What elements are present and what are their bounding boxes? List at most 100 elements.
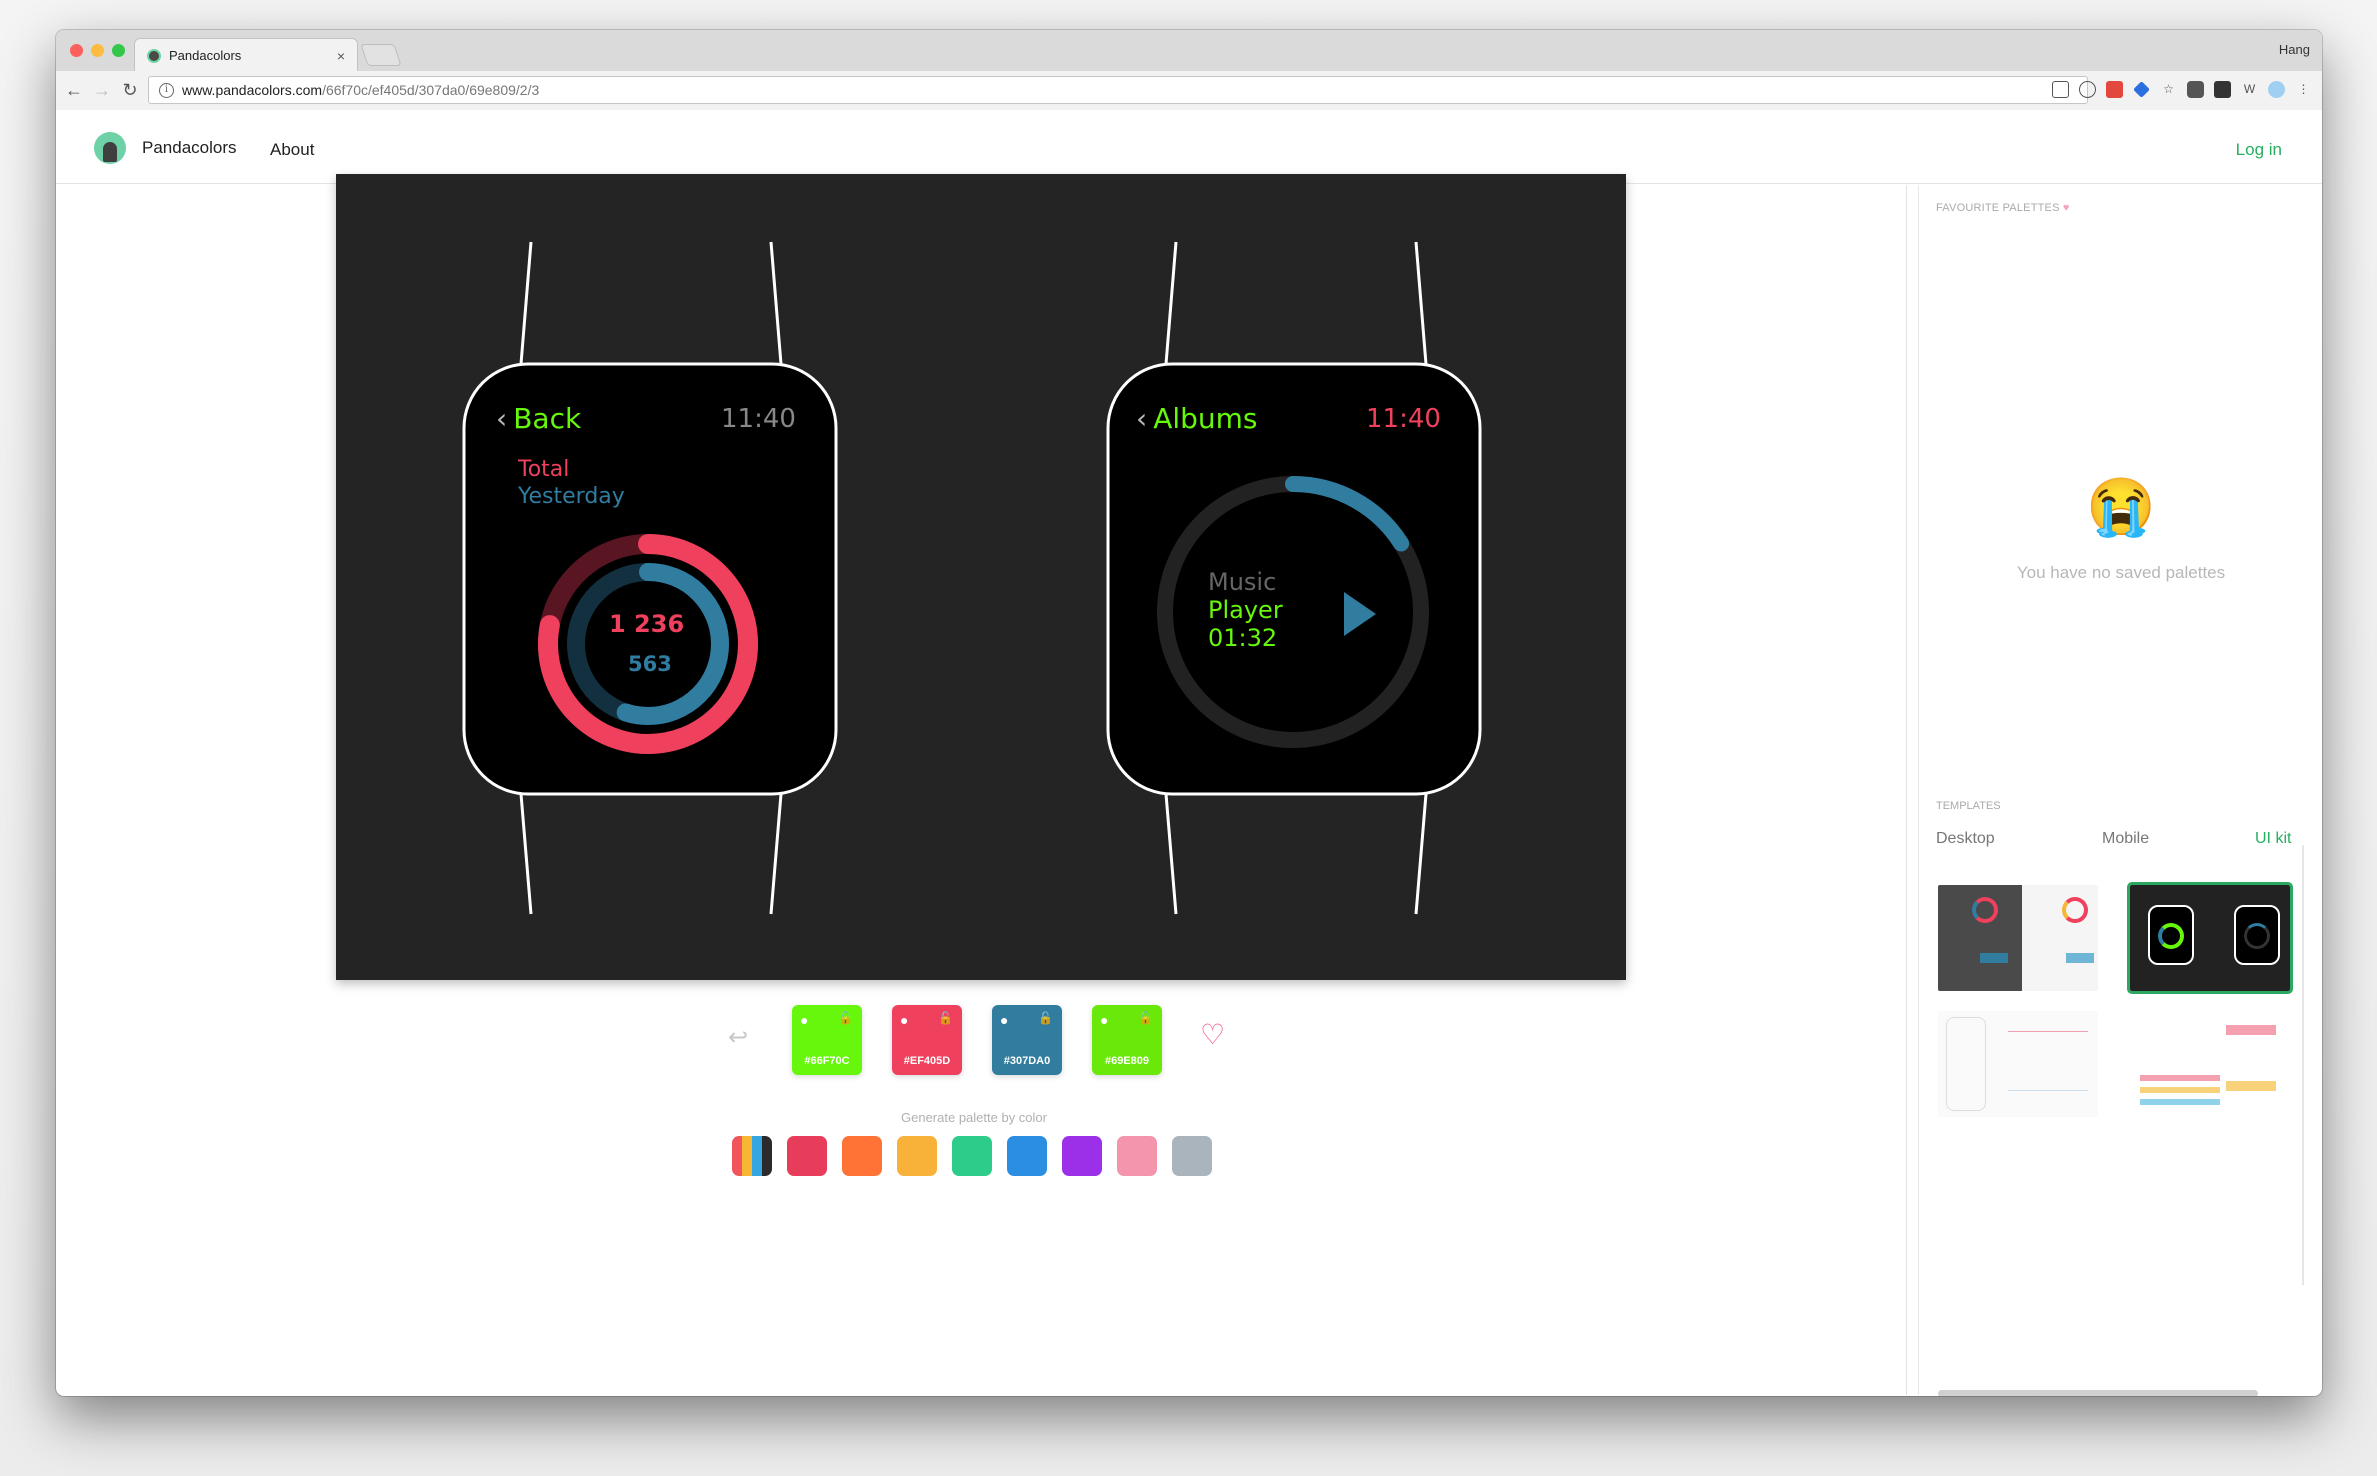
palette-swatch[interactable]: ● 🔓 #307DA0 (992, 1005, 1062, 1075)
content-scrollbar-track (1906, 185, 1907, 1395)
color-option-button[interactable] (1117, 1136, 1157, 1176)
browser-chrome: Pandacolors × Hang ← → ↻ i www.pandacolo… (56, 30, 2322, 110)
url-host: www.pandacolors.com (182, 82, 323, 98)
back-label: Back (513, 402, 582, 435)
tab-strip: Pandacolors × Hang (56, 30, 2322, 72)
color-option-button[interactable] (1062, 1136, 1102, 1176)
generate-color-row (732, 1136, 1212, 1176)
about-link[interactable]: About (270, 140, 314, 160)
w-extension-icon[interactable]: W (2241, 81, 2258, 98)
site-header: Pandacolors About Log in (56, 110, 2322, 184)
url-path: /66f70c/ef405d/307da0/69e809/2/3 (322, 82, 540, 98)
swatch-hex-label: #69E809 (1104, 1055, 1150, 1067)
tab-mobile[interactable]: Mobile (2102, 830, 2149, 848)
total-label: Total (518, 457, 570, 482)
watch-time-right: 11:40 (1366, 404, 1441, 434)
close-window-button[interactable] (70, 44, 83, 57)
watch-illustration (462, 241, 1482, 915)
palette-swatch[interactable]: ● 🔓 #66F70C (792, 1005, 862, 1075)
color-picker-drop-icon[interactable]: ● (1100, 1012, 1108, 1028)
favourite-heart-icon[interactable]: ♡ (1200, 1018, 1225, 1051)
color-option-button[interactable] (787, 1136, 827, 1176)
swatch-hex-label: #EF405D (903, 1055, 951, 1067)
unlock-icon[interactable]: 🔓 (1138, 1011, 1153, 1025)
menu-icon[interactable]: ⋮ (2295, 81, 2312, 98)
albums-nav[interactable]: ‹ Albums (1136, 402, 1258, 435)
elapsed-time: 01:32 (1208, 624, 1278, 652)
color-picker-drop-icon[interactable]: ● (1000, 1012, 1008, 1028)
tab-desktop[interactable]: Desktop (1936, 830, 1995, 848)
browser-window: Pandacolors × Hang ← → ↻ i www.pandacolo… (56, 30, 2322, 1396)
total-value: 1 236 (609, 610, 685, 638)
player-label: Player (1208, 596, 1283, 624)
template-thumbnail[interactable] (1938, 1011, 2098, 1117)
swatch-hex-label: #307DA0 (1003, 1055, 1051, 1067)
chevron-left-icon: ‹ (496, 402, 508, 435)
browser-tab[interactable]: Pandacolors × (134, 38, 358, 72)
qr-extension-icon[interactable] (2052, 81, 2069, 98)
generate-label: Generate palette by color (901, 1110, 1047, 1125)
color-picker-drop-icon[interactable]: ● (800, 1012, 808, 1028)
extension-icons: ☆ W ⋮ (2052, 81, 2312, 98)
favourites-label: FAVOURITE PALETTES (1936, 202, 2060, 214)
address-bar[interactable]: i www.pandacolors.com/66f70c/ef405d/307d… (148, 76, 2088, 104)
info-extension-icon[interactable] (2079, 81, 2096, 98)
templates-heading: TEMPLATES (1936, 800, 2001, 812)
calendar-extension-icon[interactable] (2106, 81, 2123, 98)
undo-icon[interactable]: ↩ (728, 1023, 748, 1052)
albums-label: Albums (1153, 402, 1258, 435)
pocket-extension-icon[interactable] (2187, 81, 2204, 98)
color-option-button[interactable] (897, 1136, 937, 1176)
bookmark-star-icon[interactable]: ☆ (2160, 81, 2177, 98)
favicon-icon (147, 48, 161, 63)
templates-scrollbar[interactable] (2302, 845, 2304, 1285)
dropbox-extension-icon[interactable] (2133, 81, 2150, 98)
watch-time-left: 11:40 (721, 404, 796, 434)
template-preview: ‹ Back 11:40 Total Yesterday 1 236 563 ‹ A… (336, 174, 1626, 980)
brand-link[interactable]: Pandacolors (142, 138, 237, 158)
empty-favourites-text: You have no saved palettes (2016, 563, 2226, 582)
yesterday-label: Yesterday (518, 484, 625, 509)
template-thumbnail[interactable] (1938, 885, 2098, 991)
back-icon[interactable]: ← (60, 80, 88, 101)
crying-face-icon: 😭 (2086, 475, 2156, 538)
reload-icon[interactable]: ↻ (116, 80, 144, 101)
color-picker-drop-icon[interactable]: ● (900, 1012, 908, 1028)
random-color-button[interactable] (732, 1136, 772, 1176)
site-info-icon[interactable]: i (159, 82, 174, 98)
template-thumbnail-selected[interactable] (2127, 882, 2293, 994)
color-option-button[interactable] (952, 1136, 992, 1176)
templates-hscrollbar[interactable] (1938, 1390, 2258, 1396)
sidebar-divider (1918, 185, 1919, 1395)
heart-icon: ♥ (2062, 202, 2070, 214)
favourites-heading: FAVOURITE PALETTES ♥ (1936, 202, 2070, 214)
template-thumbnail[interactable] (2130, 1011, 2290, 1117)
palette-swatch[interactable]: ● 🔓 #69E809 (1092, 1005, 1162, 1075)
back-nav[interactable]: ‹ Back (496, 402, 581, 435)
tab-title: Pandacolors (169, 48, 242, 63)
minimize-window-button[interactable] (91, 44, 104, 57)
profile-name[interactable]: Hang (2279, 42, 2310, 57)
window-controls (70, 44, 125, 57)
forward-icon[interactable]: → (88, 80, 116, 101)
music-label: Music (1208, 568, 1277, 596)
chevron-left-icon: ‹ (1136, 402, 1148, 435)
maximize-window-button[interactable] (112, 44, 125, 57)
unlock-icon[interactable]: 🔓 (938, 1011, 953, 1025)
color-option-button[interactable] (1172, 1136, 1212, 1176)
close-tab-icon[interactable]: × (337, 48, 345, 64)
tab-ui-kit[interactable]: UI kit (2255, 830, 2291, 848)
store-extension-icon[interactable] (2214, 81, 2231, 98)
unlock-icon[interactable]: 🔓 (838, 1011, 853, 1025)
browser-toolbar: ← → ↻ i www.pandacolors.com/66f70c/ef405… (56, 71, 2322, 110)
color-option-button[interactable] (1007, 1136, 1047, 1176)
sidebar: FAVOURITE PALETTES ♥ 😭 You have no saved… (1920, 185, 2322, 1396)
palette-swatch[interactable]: ● 🔓 #EF405D (892, 1005, 962, 1075)
color-option-button[interactable] (842, 1136, 882, 1176)
new-tab-button[interactable] (360, 44, 402, 66)
unlock-icon[interactable]: 🔓 (1038, 1011, 1053, 1025)
panda-logo-icon[interactable] (94, 132, 126, 164)
cloud-extension-icon[interactable] (2268, 81, 2285, 98)
yesterday-value: 563 (628, 652, 672, 676)
login-link[interactable]: Log in (2236, 140, 2282, 160)
